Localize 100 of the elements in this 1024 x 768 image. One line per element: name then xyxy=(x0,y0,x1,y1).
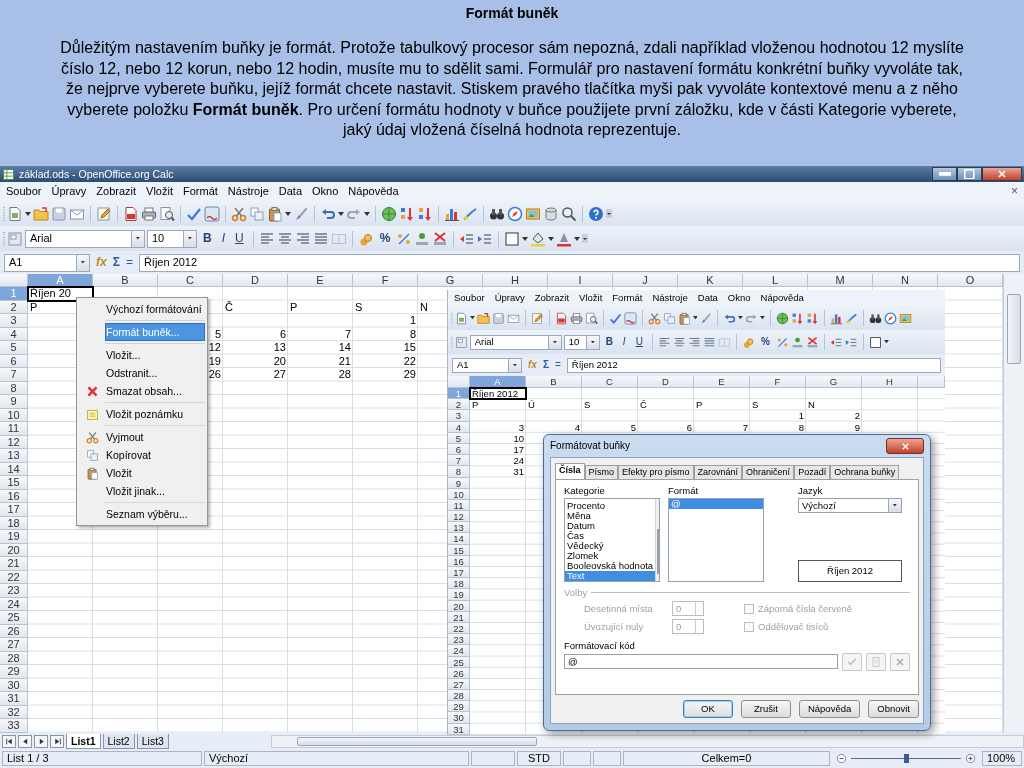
menu-item[interactable]: Úpravy xyxy=(489,292,530,304)
compass-icon[interactable] xyxy=(884,311,898,325)
row-header[interactable]: 7 xyxy=(448,455,470,467)
pdf-icon[interactable] xyxy=(554,311,568,325)
format-button[interactable]: I xyxy=(618,336,630,348)
column-header[interactable]: I xyxy=(548,274,613,287)
draw-icon[interactable] xyxy=(845,311,859,325)
document-icon[interactable] xyxy=(7,205,23,222)
row-header[interactable]: 33 xyxy=(0,719,28,733)
row-header[interactable]: 17 xyxy=(448,567,470,579)
menu-item[interactable]: Úpravy xyxy=(46,184,92,199)
menu-item[interactable]: Vyjmout xyxy=(105,428,205,446)
formula-button[interactable]: = xyxy=(554,359,561,371)
page-preview-icon[interactable] xyxy=(584,311,598,325)
coins-icon[interactable] xyxy=(741,335,755,349)
caret-icon[interactable] xyxy=(574,236,581,241)
globe-icon[interactable] xyxy=(381,205,397,222)
zoom-icon[interactable] xyxy=(561,205,577,222)
tab[interactable]: Čísla xyxy=(555,463,585,479)
draw-icon[interactable] xyxy=(462,205,478,222)
dialog-button[interactable]: OK xyxy=(682,700,733,718)
row-header[interactable]: 24 xyxy=(448,645,470,657)
percent-button[interactable]: % xyxy=(375,231,395,246)
sort-descending-icon[interactable] xyxy=(417,205,433,222)
format-code-field[interactable]: @ xyxy=(564,654,838,670)
row-header[interactable]: 5 xyxy=(448,432,470,444)
menu-item[interactable]: Nápověda xyxy=(755,292,809,304)
font-size-field[interactable]: 10 xyxy=(147,229,197,248)
justify-icon[interactable] xyxy=(702,335,716,349)
zoom-out-icon[interactable] xyxy=(836,753,847,765)
row-header[interactable]: 15 xyxy=(0,476,28,490)
caret-icon[interactable] xyxy=(513,363,517,367)
copy-icon[interactable] xyxy=(662,311,676,325)
row-header[interactable]: 17 xyxy=(0,503,28,517)
menu-item[interactable]: Zobrazit xyxy=(91,184,142,199)
column-header[interactable]: C xyxy=(582,376,638,388)
menu-item[interactable]: Smazat obsah... xyxy=(105,382,205,400)
vertical-scrollbar[interactable] xyxy=(1003,274,1024,733)
column-header[interactable]: K xyxy=(678,274,743,287)
autocheck-icon[interactable] xyxy=(623,311,637,325)
binoculars-icon[interactable] xyxy=(869,311,883,325)
column-header[interactable]: F xyxy=(353,274,418,287)
row-header[interactable]: 2 xyxy=(448,399,470,411)
align-right-icon[interactable] xyxy=(687,335,701,349)
align-left-icon[interactable] xyxy=(657,335,671,349)
menu-item[interactable]: Kopírovat xyxy=(105,446,205,464)
list-item[interactable]: Čas xyxy=(565,531,656,542)
sheet-tab[interactable]: List3 xyxy=(136,733,169,749)
menu-item[interactable]: Data xyxy=(273,184,308,199)
row-header[interactable]: 13 xyxy=(448,522,470,534)
row-header[interactable]: 4 xyxy=(448,421,470,433)
list-item[interactable]: Procento xyxy=(565,501,656,512)
toolbar-more-icon[interactable] xyxy=(582,234,589,243)
name-box[interactable]: A1 xyxy=(452,357,522,373)
font-field[interactable]: Arial xyxy=(25,229,145,248)
row-header[interactable]: 3 xyxy=(0,314,28,328)
list-item[interactable]: Vědecký xyxy=(565,541,656,552)
sheet-tab[interactable]: List2 xyxy=(102,733,135,749)
column-header[interactable]: E xyxy=(288,274,353,287)
menu-item[interactable]: Zobrazit xyxy=(529,292,575,304)
page-preview-icon[interactable] xyxy=(159,205,175,222)
menu-item[interactable]: Nástroje xyxy=(647,292,693,304)
menu-item[interactable]: Vložit jinak... xyxy=(105,482,205,500)
menu-item[interactable]: Formát xyxy=(178,184,223,199)
menu-item[interactable]: Výchozí formátování xyxy=(105,300,207,318)
row-header[interactable]: 30 xyxy=(448,712,470,724)
menu-item[interactable]: Soubor xyxy=(1,184,47,199)
clipboard-icon[interactable] xyxy=(267,205,283,222)
caret-icon[interactable] xyxy=(136,237,140,240)
delete-decimal-icon[interactable] xyxy=(805,335,819,349)
bar-chart-icon[interactable] xyxy=(830,311,844,325)
menu-item[interactable]: Data xyxy=(692,292,723,304)
row-header[interactable]: 29 xyxy=(0,665,28,679)
pdf-icon[interactable] xyxy=(123,205,139,222)
sort-descending-icon[interactable] xyxy=(806,311,820,325)
sheet-tab[interactable]: List1 xyxy=(66,733,101,749)
row-header[interactable]: 23 xyxy=(0,584,28,598)
sort-ascending-icon[interactable] xyxy=(791,311,805,325)
menu-item[interactable]: Formát xyxy=(607,292,648,304)
column-header[interactable]: J xyxy=(613,274,678,287)
format-button[interactable]: B xyxy=(199,231,216,246)
printer-icon[interactable] xyxy=(141,205,157,222)
column-header[interactable]: F xyxy=(750,376,806,388)
column-header[interactable]: H xyxy=(483,274,548,287)
format-button[interactable]: U xyxy=(631,336,647,348)
row-header[interactable]: 27 xyxy=(0,638,28,652)
row-header[interactable]: 14 xyxy=(448,533,470,545)
font-field[interactable]: Arial xyxy=(469,334,562,350)
column-header[interactable]: H xyxy=(862,376,918,388)
align-center-icon[interactable] xyxy=(672,335,686,349)
column-header[interactable]: E xyxy=(694,376,750,388)
menu-item[interactable]: Vložit xyxy=(105,464,205,482)
list-item[interactable]: Datum xyxy=(565,521,656,532)
align-right-icon[interactable] xyxy=(294,230,311,247)
format-button[interactable]: U xyxy=(231,231,248,246)
printer-icon[interactable] xyxy=(569,311,583,325)
row-header[interactable]: 20 xyxy=(448,600,470,612)
caret-icon[interactable] xyxy=(692,316,698,320)
globe-icon[interactable] xyxy=(776,311,790,325)
column-header[interactable]: G xyxy=(418,274,483,287)
